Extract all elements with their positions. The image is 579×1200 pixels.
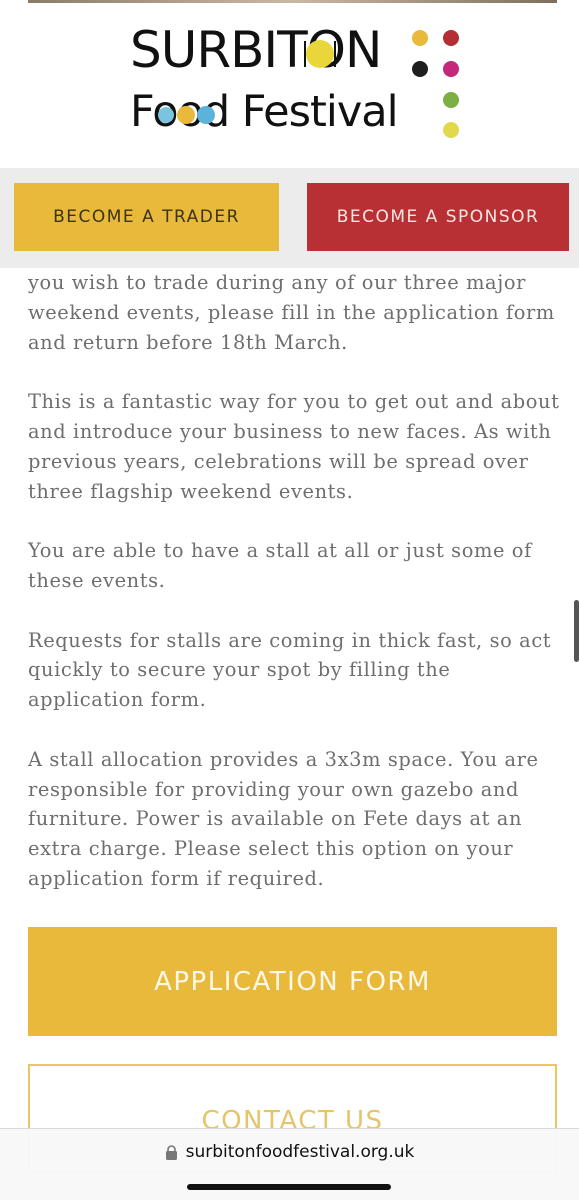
- dot-magenta: [443, 61, 459, 77]
- dot-red: [443, 30, 459, 46]
- page: SURBITON Food Festival BECOME A TRADER B…: [0, 0, 579, 1200]
- dot-green: [443, 92, 459, 108]
- become-trader-button[interactable]: BECOME A TRADER: [14, 183, 279, 251]
- paragraph-apply: you wish to trade during any of our thre…: [28, 271, 555, 354]
- logo-dots-icon: [412, 30, 459, 138]
- nav-band: BECOME A TRADER BECOME A SPONSOR: [0, 168, 579, 268]
- site-header: SURBITON Food Festival: [0, 0, 579, 168]
- url-text[interactable]: surbitonfoodfestival.org.uk: [186, 1142, 415, 1162]
- dot-gold: [412, 30, 428, 46]
- paragraph-requests: Requests for stalls are coming in thick …: [28, 628, 552, 712]
- become-sponsor-button[interactable]: BECOME A SPONSOR: [307, 183, 569, 251]
- trader-info-text: you wish to trade during any of our thre…: [28, 268, 563, 924]
- dot-black: [412, 61, 428, 77]
- home-indicator[interactable]: [187, 1184, 391, 1190]
- dot-yellow: [443, 122, 459, 138]
- browser-address-bar[interactable]: surbitonfoodfestival.org.uk: [0, 1128, 579, 1200]
- logo-title[interactable]: SURBITON: [130, 22, 400, 78]
- paragraph-allocation: A stall allocation provides a 3x3m space…: [28, 747, 539, 890]
- url-display[interactable]: surbitonfoodfestival.org.uk: [0, 1142, 579, 1162]
- lock-icon: [165, 1144, 177, 1160]
- logo-subtitle[interactable]: Food Festival: [130, 86, 430, 138]
- application-form-button[interactable]: APPLICATION FORM: [28, 927, 557, 1036]
- paragraph-stall-options: You are able to have a stall at all or j…: [28, 539, 532, 592]
- hero-image-edge: [28, 0, 557, 3]
- paragraph-opportunity: This is a fantastic way for you to get o…: [28, 390, 560, 503]
- scrollbar-thumb[interactable]: [574, 600, 579, 662]
